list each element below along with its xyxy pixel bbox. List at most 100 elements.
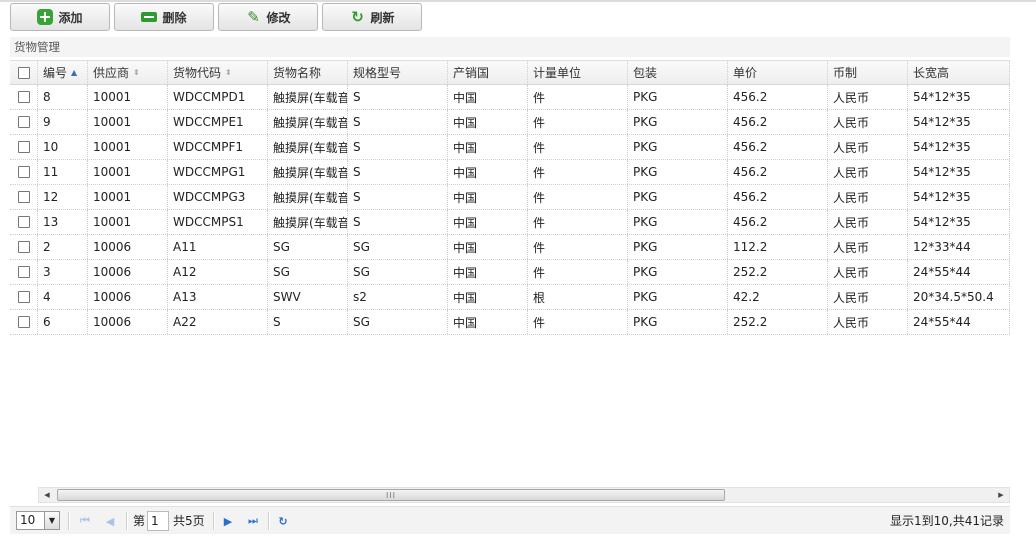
cell-goods-code: WDCCMPG3 [168, 185, 268, 209]
cell-spec-model: S [348, 160, 448, 184]
row-checkbox[interactable] [17, 166, 30, 178]
row-select-cell [10, 135, 38, 159]
sort-icon[interactable]: ⬍ [225, 68, 232, 77]
column-header-packing[interactable]: 包装 [628, 61, 728, 84]
table-row[interactable]: 8 10001 WDCCMPD1 触摸屏(车载音 S 中国件 PKG 456.2 人民币 54*1… [10, 85, 1010, 110]
row-checkbox[interactable] [17, 141, 30, 153]
column-header-dimensions[interactable]: 长宽高 [908, 61, 1010, 84]
cell-packing: PKG [628, 260, 728, 284]
delete-button-label: 删除 [162, 10, 187, 25]
column-header-origin-country[interactable]: 产销国 [448, 61, 528, 84]
cell-unit-price: 456.2 [728, 160, 828, 184]
select-all-cell [10, 61, 38, 84]
cell-unit-price: 456.2 [728, 110, 828, 134]
cell-id: 8 [38, 85, 88, 109]
scroll-right-arrow-icon[interactable]: ▶ [993, 488, 1009, 502]
cell-currency: 人民币 [828, 210, 908, 234]
cell-currency: 人民币 [828, 135, 908, 159]
cell-supplier: 10001 [88, 135, 168, 159]
refresh-button[interactable]: ↻ 刷新 [322, 3, 422, 31]
select-all-checkbox[interactable] [17, 66, 30, 79]
column-header-goods-name[interactable]: 货物名称 [268, 61, 348, 84]
table-row[interactable]: 9 10001 WDCCMPE1 触摸屏(车载音 S 中国件 PKG 456.2 人民币 54*1… [10, 110, 1010, 135]
row-checkbox[interactable] [17, 241, 30, 253]
table-row[interactable]: 2 10006 A11 SG SG 中国件 PKG 112.2 人民币 12*33*44 [10, 235, 1010, 260]
cell-origin-country: 中国 [448, 160, 528, 184]
cell-goods-code: WDCCMPE1 [168, 110, 268, 134]
cell-supplier: 10001 [88, 210, 168, 234]
cell-spec-model: SG [348, 260, 448, 284]
sort-icon[interactable]: ⬍ [133, 68, 140, 77]
scroll-left-arrow-icon[interactable]: ◀ [39, 488, 55, 502]
column-header-label: 计量单位 [533, 66, 582, 80]
table-row[interactable]: 13 10001 WDCCMPS1 触摸屏(车载音 S 中国件 PKG 456.2 人民币 54*… [10, 210, 1010, 235]
cell-currency: 人民币 [828, 85, 908, 109]
last-page-icon[interactable]: ⏭ [244, 512, 262, 530]
row-checkbox[interactable] [17, 266, 30, 278]
page-size-value: 10 [20, 513, 36, 527]
row-select-cell [10, 285, 38, 309]
row-checkbox[interactable] [17, 116, 30, 128]
cell-origin-country: 中国 [448, 235, 528, 259]
column-header-supplier[interactable]: 供应商 ⬍ [88, 61, 168, 84]
table-row[interactable]: 12 10001 WDCCMPG3 触摸屏(车载音 S 中国件 PKG 456.2 人民币 54*… [10, 185, 1010, 210]
column-header-label: 货物代码 [173, 66, 222, 80]
column-header-label: 单价 [733, 66, 758, 80]
scrollbar-thumb[interactable]: III [57, 489, 725, 501]
horizontal-scrollbar[interactable]: ◀ III ▶ [38, 487, 1010, 503]
prev-page-icon[interactable]: ◀ [101, 512, 119, 530]
column-header-unit[interactable]: 计量单位 [528, 61, 628, 84]
table-row[interactable]: 4 10006 A13 SWV s2 中国根 PKG 42.2 人民币 20*34.5*50.4 [10, 285, 1010, 310]
delete-button[interactable]: 删除 [114, 3, 214, 31]
table-row[interactable]: 10 10001 WDCCMPF1 触摸屏(车载音 S 中国件 PKG 456.2 人民币 54*… [10, 135, 1010, 160]
edit-button-label: 修改 [266, 10, 291, 25]
table-row[interactable]: 3 10006 A12 SG SG 中国件 PKG 252.2 人民币 24*55*44 [10, 260, 1010, 285]
cell-origin-country: 中国 [448, 285, 528, 309]
cell-origin-country: 中国 [448, 110, 528, 134]
add-button[interactable]: 添加 [10, 3, 110, 31]
records-info: 显示1到10,共41记录 [890, 514, 1004, 528]
column-header-label: 产销国 [453, 66, 490, 80]
cell-dimensions: 54*12*35 [908, 135, 1010, 159]
chevron-down-icon[interactable]: ▼ [44, 512, 59, 529]
next-page-icon[interactable]: ▶ [219, 512, 237, 530]
cell-id: 11 [38, 160, 88, 184]
cell-id: 13 [38, 210, 88, 234]
row-select-cell [10, 110, 38, 134]
cell-unit: 件 [528, 135, 628, 159]
cell-unit: 件 [528, 260, 628, 284]
cell-currency: 人民币 [828, 310, 908, 334]
page-number-input[interactable]: 1 [147, 511, 169, 531]
cell-unit: 件 [528, 160, 628, 184]
pager-separator [213, 512, 215, 530]
column-header-unit-price[interactable]: 单价 [728, 61, 828, 84]
cell-spec-model: S [348, 185, 448, 209]
reload-icon[interactable]: ↻ [274, 512, 292, 530]
column-header-spec-model[interactable]: 规格型号 [348, 61, 448, 84]
cell-packing: PKG [628, 285, 728, 309]
table-row[interactable]: 11 10001 WDCCMPG1 触摸屏(车载音 S 中国件 PKG 456.2 人民币 54*… [10, 160, 1010, 185]
minus-icon [141, 12, 158, 22]
row-checkbox[interactable] [17, 216, 30, 228]
column-header-goods-code[interactable]: 货物代码 ⬍ [168, 61, 268, 84]
row-checkbox[interactable] [17, 291, 30, 303]
page-size-select[interactable]: 10 ▼ [16, 511, 60, 530]
table-row[interactable]: 6 10006 A22 S SG 中国件 PKG 252.2 人民币 24*55*44 [10, 310, 1010, 335]
column-header-currency[interactable]: 币制 [828, 61, 908, 84]
cell-currency: 人民币 [828, 110, 908, 134]
column-header-id[interactable]: 编号 ▲ [38, 61, 88, 84]
cell-currency: 人民币 [828, 235, 908, 259]
cell-spec-model: S [348, 85, 448, 109]
row-checkbox[interactable] [17, 191, 30, 203]
sort-asc-icon[interactable]: ▲ [71, 68, 77, 77]
cell-unit: 件 [528, 185, 628, 209]
cell-goods-code: A12 [168, 260, 268, 284]
edit-button[interactable]: ✎ 修改 [218, 3, 318, 31]
cell-unit: 件 [528, 110, 628, 134]
row-checkbox[interactable] [17, 91, 30, 103]
row-checkbox[interactable] [17, 316, 30, 328]
cell-packing: PKG [628, 210, 728, 234]
first-page-icon[interactable]: ⏮ [76, 512, 94, 530]
cell-packing: PKG [628, 135, 728, 159]
pager-separator [268, 512, 270, 530]
